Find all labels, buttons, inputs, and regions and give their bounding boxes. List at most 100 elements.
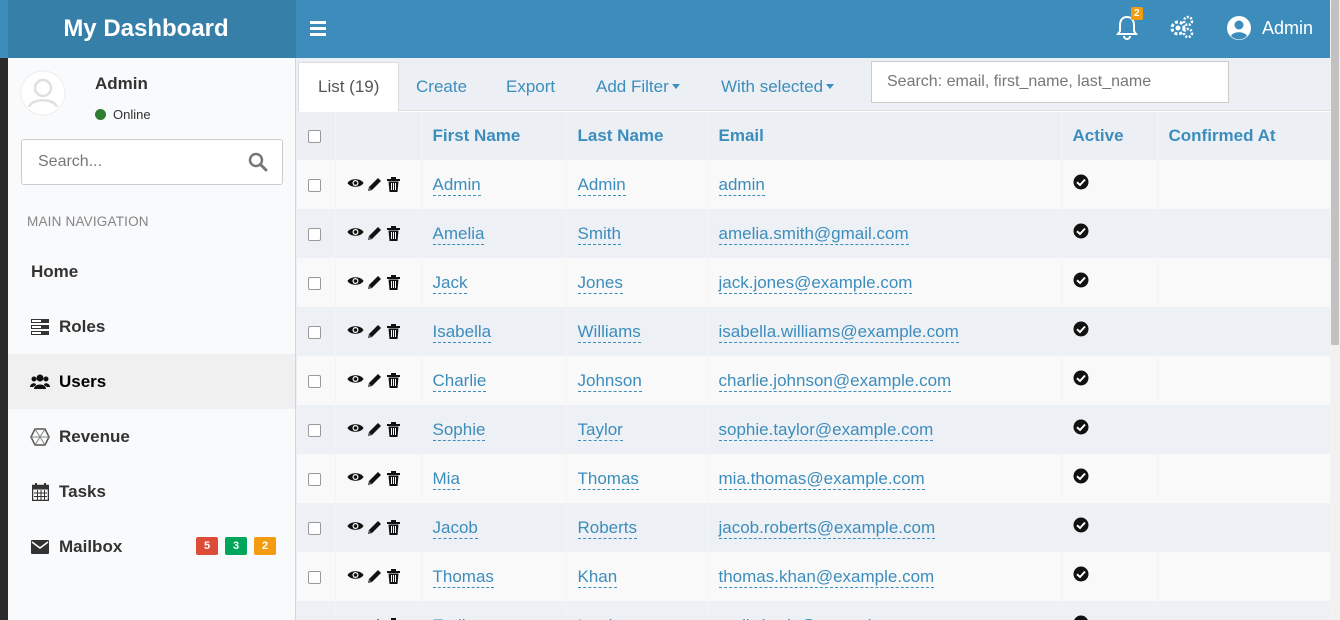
tab-export[interactable]: Export <box>506 62 555 111</box>
last-name-link[interactable]: Johnson <box>577 370 642 392</box>
email-link[interactable]: admin <box>718 174 765 196</box>
last-name-link[interactable]: Jones <box>577 272 623 294</box>
column-header-confirmed-at[interactable]: Confirmed At <box>1157 112 1331 160</box>
delete-icon[interactable] <box>386 225 404 242</box>
filter-search-input[interactable] <box>872 62 1228 102</box>
email-link[interactable]: jacob.roberts@example.com <box>718 517 936 539</box>
first-name-link[interactable]: Jacob <box>432 517 478 539</box>
sidebar-item-users[interactable]: Users <box>8 354 295 409</box>
row-checkbox[interactable] <box>308 570 321 584</box>
user-menu[interactable]: Admin <box>1226 12 1313 44</box>
email-link[interactable]: amelia.smith@gmail.com <box>718 223 909 245</box>
sidebar-item-roles[interactable]: Roles <box>8 299 295 354</box>
edit-icon[interactable] <box>367 471 384 487</box>
sidebar-item-mailbox[interactable]: Mailbox 5 3 2 <box>8 519 295 574</box>
app-logo[interactable]: My Dashboard <box>8 0 296 58</box>
column-header-email[interactable]: Email <box>707 112 1062 160</box>
sidebar-search-input[interactable] <box>22 140 232 184</box>
first-name-link[interactable]: Jack <box>432 272 468 294</box>
add-filter-dropdown[interactable]: Add Filter <box>596 62 680 111</box>
row-checkbox[interactable] <box>308 325 321 339</box>
last-name-link[interactable]: Thomas <box>577 468 639 490</box>
view-icon[interactable] <box>347 373 364 389</box>
sidebar-toggle-icon[interactable] <box>310 14 336 42</box>
notifications-button[interactable]: 2 <box>1113 7 1143 42</box>
mailbox-badge-red: 5 <box>196 537 218 555</box>
first-name-link[interactable]: Emily <box>432 615 475 620</box>
active-cell <box>1061 552 1158 601</box>
delete-icon[interactable] <box>386 372 404 389</box>
row-checkbox[interactable] <box>308 374 321 388</box>
last-name-link[interactable]: Khan <box>577 566 618 588</box>
delete-icon[interactable] <box>386 421 404 438</box>
view-icon[interactable] <box>347 177 364 193</box>
with-selected-dropdown[interactable]: With selected <box>721 62 835 111</box>
email-link[interactable]: emily.lewis@example.com <box>718 615 918 620</box>
settings-button[interactable] <box>1168 14 1196 40</box>
row-checkbox[interactable] <box>308 423 321 437</box>
view-icon[interactable] <box>347 324 364 340</box>
select-all-checkbox[interactable] <box>308 130 321 144</box>
column-header-first-name[interactable]: First Name <box>421 112 567 160</box>
last-name-link[interactable]: Lewis <box>577 615 621 620</box>
check-circle-icon <box>1073 517 1089 537</box>
check-circle-icon <box>1073 419 1089 439</box>
row-checkbox[interactable] <box>308 276 321 290</box>
delete-icon[interactable] <box>386 274 404 291</box>
server-icon <box>30 317 50 337</box>
notifications-badge: 2 <box>1131 7 1143 20</box>
delete-icon[interactable] <box>386 176 404 193</box>
view-icon[interactable] <box>347 275 364 291</box>
view-icon[interactable] <box>347 520 364 536</box>
first-name-link[interactable]: Admin <box>432 174 481 196</box>
email-link[interactable]: sophie.taylor@example.com <box>718 419 934 441</box>
email-link[interactable]: mia.thomas@example.com <box>718 468 925 490</box>
edit-icon[interactable] <box>367 520 384 536</box>
row-checkbox[interactable] <box>308 178 321 192</box>
sidebar-item-revenue[interactable]: Revenue <box>8 409 295 464</box>
email-link[interactable]: charlie.johnson@example.com <box>718 370 952 392</box>
edit-icon[interactable] <box>367 422 384 438</box>
edit-icon[interactable] <box>367 324 384 340</box>
delete-icon[interactable] <box>386 323 404 340</box>
top-navbar: My Dashboard 2 Admin <box>0 0 1330 58</box>
first-name-link[interactable]: Amelia <box>432 223 485 245</box>
email-link[interactable]: isabella.williams@example.com <box>718 321 959 343</box>
first-name-link[interactable]: Mia <box>432 468 460 490</box>
last-name-link[interactable]: Admin <box>577 174 626 196</box>
view-icon[interactable] <box>347 569 364 585</box>
view-icon[interactable] <box>347 471 364 487</box>
delete-icon[interactable] <box>386 519 404 536</box>
last-name-link[interactable]: Roberts <box>577 517 638 539</box>
delete-icon[interactable] <box>386 568 404 585</box>
tab-create[interactable]: Create <box>416 62 467 111</box>
edit-icon[interactable] <box>367 226 384 242</box>
first-name-link[interactable]: Isabella <box>432 321 492 343</box>
email-link[interactable]: thomas.khan@example.com <box>718 566 935 588</box>
sidebar-item-tasks[interactable]: Tasks <box>8 464 295 519</box>
sidebar-search-button[interactable] <box>248 152 268 172</box>
edit-icon[interactable] <box>367 177 384 193</box>
edit-icon[interactable] <box>367 373 384 389</box>
column-header-last-name[interactable]: Last Name <box>566 112 708 160</box>
edit-icon[interactable] <box>367 569 384 585</box>
first-name-link[interactable]: Thomas <box>432 566 494 588</box>
delete-icon[interactable] <box>386 470 404 487</box>
last-name-link[interactable]: Smith <box>577 223 621 245</box>
row-checkbox[interactable] <box>308 227 321 241</box>
first-name-link[interactable]: Sophie <box>432 419 486 441</box>
first-name-link[interactable]: Charlie <box>432 370 487 392</box>
column-header-active[interactable]: Active <box>1061 112 1158 160</box>
last-name-link[interactable]: Williams <box>577 321 641 343</box>
row-checkbox[interactable] <box>308 521 321 535</box>
edit-icon[interactable] <box>367 275 384 291</box>
tab-create-label: Create <box>416 76 468 96</box>
tab-list[interactable]: List (19) <box>298 62 400 112</box>
row-checkbox[interactable] <box>308 472 321 486</box>
sidebar-item-home[interactable]: Home <box>8 244 295 299</box>
view-icon[interactable] <box>347 226 364 242</box>
email-link[interactable]: jack.jones@example.com <box>718 272 913 294</box>
last-name-link[interactable]: Taylor <box>577 419 623 441</box>
view-icon[interactable] <box>347 422 364 438</box>
page-scrollbar-thumb[interactable] <box>1331 0 1339 345</box>
